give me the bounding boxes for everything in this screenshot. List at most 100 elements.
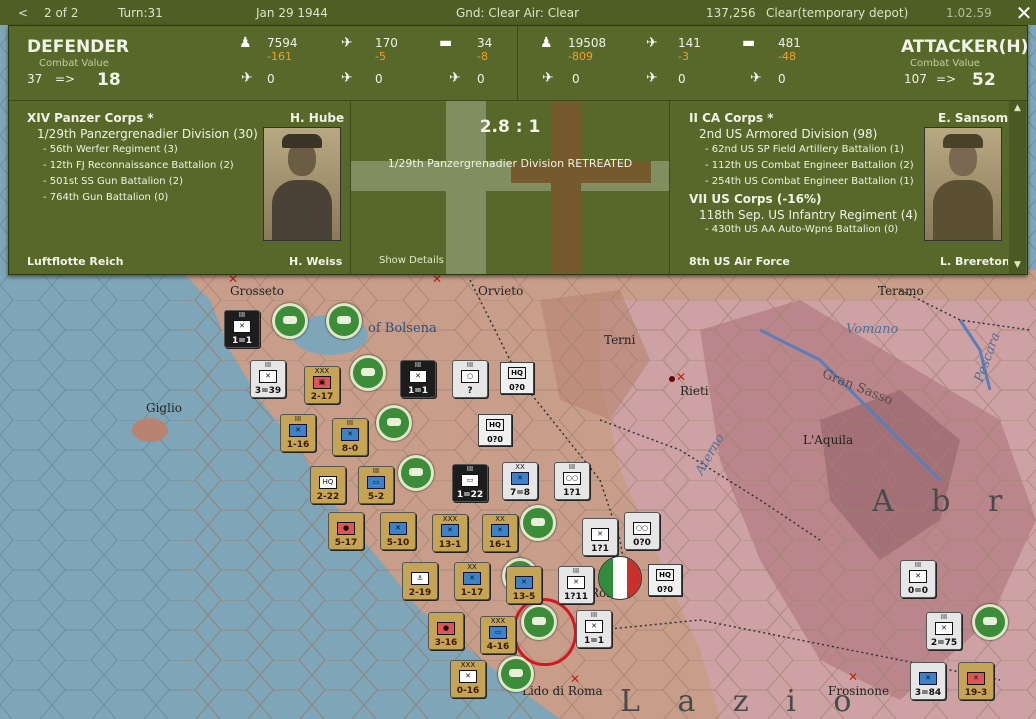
unit-counter[interactable]: XXX ▭ 4-16: [480, 616, 516, 654]
unit-counter[interactable]: ⚓ 2-19: [402, 562, 438, 600]
armor-unit-icon[interactable]: [376, 405, 412, 441]
unit-counter[interactable]: ○○ 0?0: [624, 512, 660, 550]
city-marker-icon: ✕: [570, 672, 581, 686]
fortification-icon: ▣: [313, 376, 331, 389]
defender-general-portrait[interactable]: [263, 127, 341, 241]
unit-counter[interactable]: III ✕ 1?11: [558, 566, 594, 604]
infantry-icon: ✕: [591, 528, 609, 541]
unit-counter[interactable]: III ✕ 1=1: [576, 610, 612, 648]
armor-unit-icon[interactable]: [272, 303, 308, 339]
close-button[interactable]: ✕: [1012, 1, 1036, 25]
unit-strength: 2-19: [408, 588, 432, 598]
combat-result-text: 1/29th Panzergrenadier Division RETREATE…: [387, 157, 633, 170]
hq-counter[interactable]: HQ 0?0: [478, 414, 512, 446]
armor-icon: ▭: [367, 476, 385, 489]
unit-counter[interactable]: III ✕ 1-16: [280, 414, 316, 452]
unit-counter[interactable]: XXX ▣ 2-17: [304, 366, 340, 404]
recon-icon: ○○: [563, 472, 581, 485]
unit-size: III: [914, 561, 922, 569]
artillery-icon: ●: [337, 522, 355, 535]
unit-size: III: [590, 611, 598, 619]
armor-unit-icon[interactable]: [520, 505, 556, 541]
bomber-icon: ✈: [646, 70, 658, 86]
prev-page-button[interactable]: <: [18, 6, 28, 20]
fighter-count: 0: [267, 72, 275, 86]
attacker-corps: II CA Corps *: [689, 111, 774, 125]
armor-unit-icon[interactable]: [398, 455, 434, 491]
defender-sub-unit: - 56th Werfer Regiment (3): [43, 144, 178, 155]
unit-counter[interactable]: ✕ 13-5: [506, 566, 542, 604]
recon-icon: ○: [461, 370, 479, 383]
unit-size: XXX: [460, 661, 476, 669]
infantry-icon: ✕: [459, 670, 477, 683]
unit-counter[interactable]: III ✕ 0=0: [900, 560, 936, 598]
armor-unit-icon[interactable]: [326, 303, 362, 339]
armor-icon: ▭: [489, 626, 507, 639]
show-details-link[interactable]: Show Details: [379, 255, 444, 266]
attacker-general-portrait[interactable]: [924, 127, 1002, 241]
tanks-count: 481: [778, 36, 801, 50]
unit-counter[interactable]: III ✕ 1=1: [400, 360, 436, 398]
scroll-up-icon[interactable]: ▲: [1011, 103, 1024, 115]
italian-flag-icon[interactable]: [598, 556, 642, 600]
unit-counter[interactable]: III ✕ 1=1: [224, 310, 260, 348]
unit-counter[interactable]: III ✕ 2=75: [926, 612, 962, 650]
unit-strength: 2=75: [930, 638, 958, 648]
unit-counter[interactable]: XX ✕ 7=8: [502, 462, 538, 500]
men-stat: 7594 -161: [267, 36, 298, 63]
men-loss: -809: [568, 50, 593, 63]
unit-strength: 0?0: [487, 435, 503, 444]
unit-counter[interactable]: III ▭ 1=22: [452, 464, 488, 502]
unit-counter[interactable]: XXX ✕ 13-1: [432, 514, 468, 552]
details-scrollbar[interactable]: ▲ ▼: [1009, 101, 1026, 274]
unit-counter[interactable]: HQ 2-22: [310, 466, 346, 504]
unit-counter[interactable]: ● 3-16: [428, 612, 464, 650]
unit-counter[interactable]: ✕ 19-3: [958, 662, 994, 700]
artillery-icon: ●: [437, 622, 455, 635]
cv-arrow: =>: [55, 72, 76, 86]
unit-strength: 1=1: [583, 636, 605, 646]
unit-strength: 16-1: [488, 540, 512, 550]
armor-unit-icon[interactable]: [972, 604, 1008, 640]
tanks-count: 34: [477, 36, 493, 50]
unit-counter[interactable]: XX ✕ 16-1: [482, 514, 518, 552]
date-label: Jan 29 1944: [256, 6, 328, 20]
unit-strength: 13-1: [438, 540, 462, 550]
armor-icon: ▭: [461, 474, 479, 487]
infantry-icon: ✕: [463, 572, 481, 585]
unit-counter[interactable]: III ○?: [452, 360, 488, 398]
unit-counter[interactable]: III ○○ 1?1: [554, 462, 590, 500]
armor-unit-icon[interactable]: [350, 355, 386, 391]
unit-size: XX: [515, 463, 525, 471]
river-vomano: Vomano: [846, 322, 899, 337]
infantry-icon: ✕: [259, 370, 277, 383]
unit-counter[interactable]: ✕ 3=84: [910, 662, 946, 700]
tanks-stat: 481 -48: [778, 36, 801, 63]
unit-counter[interactable]: ✕ 5-10: [380, 512, 416, 550]
unit-counter[interactable]: ● 5-17: [328, 512, 364, 550]
infantry-icon: ✕: [289, 424, 307, 437]
place-rieti: Rieti: [680, 384, 709, 398]
unit-size: III: [372, 467, 380, 475]
infantry-icon: ✕: [491, 524, 509, 537]
fighter-icon: ✈: [542, 70, 554, 86]
attacker-units-list: II CA Corps * E. Sansom 2nd US Armored D…: [670, 101, 1008, 274]
unit-strength: 0?0: [633, 538, 651, 548]
unit-counter[interactable]: III ✕ 8-0: [332, 418, 368, 456]
unit-counter[interactable]: III ✕ 3=39: [250, 360, 286, 398]
infantry-icon: ✕: [909, 570, 927, 583]
unit-size: XX: [467, 563, 477, 571]
unit-counter[interactable]: ✕ 1?1: [582, 518, 618, 556]
hq-counter[interactable]: HQ 0?0: [648, 564, 682, 596]
defender-air-general: H. Weiss: [289, 255, 343, 267]
attacker-corps-2: VII US Corps (-16%): [689, 192, 822, 206]
infantry-icon: ✕: [935, 622, 953, 635]
attacker-air-unit: 8th US Air Force: [689, 255, 790, 267]
hq-counter[interactable]: HQ 0?0: [500, 362, 534, 394]
unit-counter[interactable]: XX ✕ 1-17: [454, 562, 490, 600]
tanks-stat: 34 -8: [477, 36, 492, 63]
unit-counter[interactable]: XXX ✕ 0-16: [450, 660, 486, 698]
unit-counter[interactable]: III ▭ 5-2: [358, 466, 394, 504]
scroll-down-icon[interactable]: ▼: [1011, 260, 1024, 272]
unit-strength: 5-17: [334, 538, 358, 548]
